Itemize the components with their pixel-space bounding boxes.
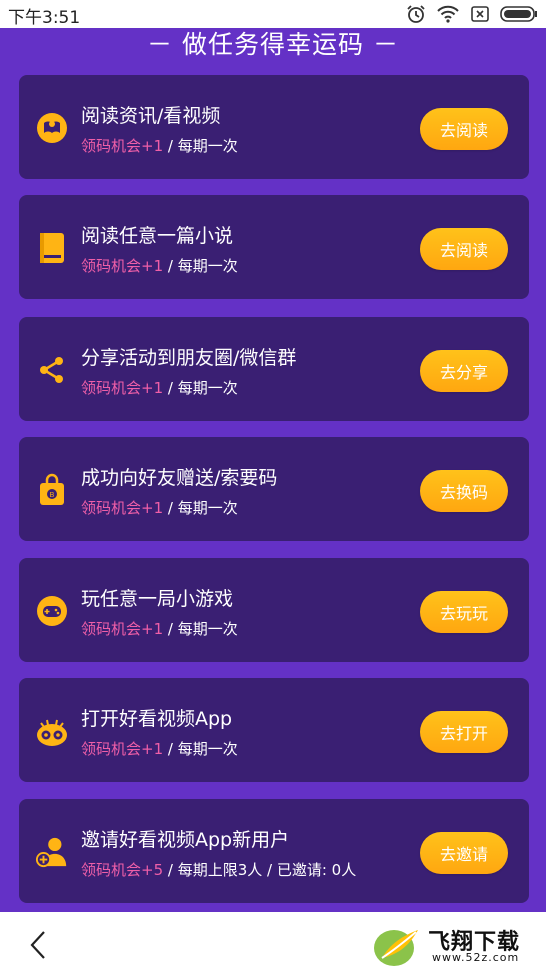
task-reward: 领码机会+5 / 每期上限3人 / 已邀请: 0人 (81, 859, 356, 880)
reward-amount: 领码机会+5 (81, 861, 164, 879)
task-card-share: 分享活动到朋友圈/微信群 领码机会+1 / 每期一次 去分享 (19, 317, 529, 421)
status-time: 下午3:51 (8, 8, 81, 28)
go-invite-button[interactable]: 去邀请 (420, 832, 508, 874)
read-news-icon (35, 111, 69, 145)
reward-amount: 领码机会+1 (81, 379, 164, 397)
task-reward: 领码机会+1 / 每期一次 (81, 377, 238, 398)
reward-limit: / 每期一次 (163, 499, 238, 517)
go-open-button[interactable]: 去打开 (420, 711, 508, 753)
task-card-open-app: 打开好看视频App 领码机会+1 / 每期一次 去打开 (19, 678, 529, 782)
share-icon (35, 353, 69, 387)
task-card-read-novel: 阅读任意一篇小说 领码机会+1 / 每期一次 去阅读 (19, 195, 529, 299)
task-card-exchange-code: B 成功向好友赠送/索要码 领码机会+1 / 每期一次 去换码 (19, 437, 529, 541)
task-card-invite: 邀请好看视频App新用户 领码机会+5 / 每期上限3人 / 已邀请: 0人 去… (19, 799, 529, 903)
task-title: 分享活动到朋友圈/微信群 (81, 347, 297, 369)
reward-limit: / 每期一次 (163, 137, 238, 155)
task-reward: 领码机会+1 / 每期一次 (81, 738, 238, 759)
go-exchange-button[interactable]: 去换码 (420, 470, 508, 512)
bottom-nav-bar: 飞翔下载 www.52z.com (0, 912, 546, 974)
back-chevron-icon[interactable] (28, 930, 48, 964)
reward-limit: / 每期一次 (163, 379, 238, 397)
leaf-logo-icon (372, 924, 422, 972)
gift-bag-icon: B (35, 473, 69, 507)
task-title: 阅读资讯/看视频 (81, 105, 221, 127)
task-reward: 领码机会+1 / 每期一次 (81, 618, 238, 639)
wifi-icon (436, 4, 460, 24)
reward-amount: 领码机会+1 (81, 499, 164, 517)
go-play-button[interactable]: 去玩玩 (420, 591, 508, 633)
task-title: 阅读任意一篇小说 (81, 225, 234, 247)
reward-limit: / 每期一次 (163, 257, 238, 275)
go-read-novel-button[interactable]: 去阅读 (420, 228, 508, 270)
task-reward: 领码机会+1 / 每期一次 (81, 255, 238, 276)
task-card-read-news: 阅读资讯/看视频 领码机会+1 / 每期一次 去阅读 (19, 75, 529, 179)
book-icon (35, 231, 69, 265)
task-title: 打开好看视频App (81, 708, 233, 730)
reward-limit: / 每期一次 (163, 740, 238, 758)
sim-icon (470, 4, 490, 24)
game-icon (35, 594, 69, 628)
task-page: － 做任务得幸运码 － 阅读资讯/看视频 领码机会+1 / 每期一次 去阅读 阅… (0, 28, 546, 912)
task-card-play-game: 玩任意一局小游戏 领码机会+1 / 每期一次 去玩玩 (19, 558, 529, 662)
add-user-icon (35, 835, 69, 869)
watermark: 飞翔下载 www.52z.com (372, 920, 542, 970)
task-reward: 领码机会+1 / 每期一次 (81, 497, 238, 518)
status-icons (406, 4, 538, 24)
reward-amount: 领码机会+1 (81, 137, 164, 155)
section-title: － 做任务得幸运码 － (147, 30, 399, 59)
task-title: 邀请好看视频App新用户 (81, 829, 290, 851)
reward-limit: / 每期上限3人 / 已邀请: 0人 (163, 861, 357, 879)
reward-amount: 领码机会+1 (81, 257, 164, 275)
status-bar: 下午3:51 (0, 0, 546, 28)
task-title: 成功向好友赠送/索要码 (81, 467, 278, 489)
reward-amount: 领码机会+1 (81, 620, 164, 638)
reward-amount: 领码机会+1 (81, 740, 164, 758)
alarm-icon (406, 4, 426, 24)
task-title: 玩任意一局小游戏 (81, 588, 234, 610)
battery-icon (500, 5, 538, 23)
svg-text:B: B (50, 492, 55, 499)
video-app-icon (35, 714, 69, 748)
watermark-url: www.52z.com (432, 951, 520, 964)
reward-limit: / 每期一次 (163, 620, 238, 638)
task-reward: 领码机会+1 / 每期一次 (81, 135, 238, 156)
go-share-button[interactable]: 去分享 (420, 350, 508, 392)
go-read-button[interactable]: 去阅读 (420, 108, 508, 150)
